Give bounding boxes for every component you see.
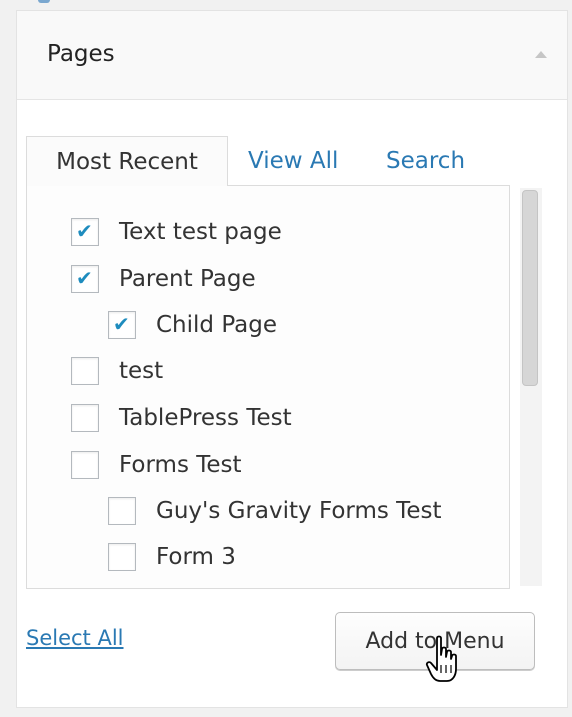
item-label: Form 3 bbox=[156, 544, 236, 570]
list-item[interactable]: Form 3 bbox=[108, 539, 236, 575]
tab-search[interactable]: Search bbox=[386, 136, 465, 186]
tab-bar: Most Recent View All Search bbox=[26, 136, 496, 186]
list-item[interactable]: ✔ Parent Page bbox=[71, 261, 256, 297]
checkbox[interactable] bbox=[71, 404, 99, 432]
select-all-link[interactable]: Select All bbox=[26, 626, 124, 650]
checkbox[interactable] bbox=[71, 451, 99, 479]
pages-list: ✔ Text test page ✔ Parent Page ✔ Child P… bbox=[26, 185, 542, 589]
list-item[interactable]: ✔ Child Page bbox=[108, 307, 277, 343]
checkmark-icon: ✔ bbox=[76, 266, 93, 290]
item-label: Parent Page bbox=[119, 266, 256, 292]
item-label: Child Page bbox=[156, 312, 278, 338]
collapse-arrow-icon[interactable] bbox=[535, 51, 547, 58]
item-label: Guy's Gravity Forms Test bbox=[156, 498, 442, 524]
item-label: Forms Test bbox=[119, 452, 242, 478]
panel-header[interactable]: Pages bbox=[17, 11, 567, 100]
partial-element bbox=[38, 0, 50, 3]
scrollbar-track[interactable] bbox=[520, 188, 542, 586]
panel-title: Pages bbox=[47, 41, 115, 67]
list-item[interactable]: ✔ Text test page bbox=[71, 214, 282, 250]
scrollbar-thumb[interactable] bbox=[522, 190, 538, 386]
checkmark-icon: ✔ bbox=[113, 312, 130, 336]
checkbox[interactable] bbox=[71, 357, 99, 385]
checkmark-icon: ✔ bbox=[76, 219, 93, 243]
item-label: TablePress Test bbox=[119, 405, 292, 431]
checkbox[interactable] bbox=[108, 497, 136, 525]
checkbox[interactable]: ✔ bbox=[71, 265, 99, 293]
item-label: Text test page bbox=[119, 219, 282, 245]
checkbox[interactable]: ✔ bbox=[71, 218, 99, 246]
list-item[interactable]: Forms Test bbox=[71, 447, 242, 483]
top-sliver bbox=[0, 0, 572, 10]
hand-pointer-icon bbox=[425, 635, 457, 682]
item-label: test bbox=[119, 358, 164, 384]
list-item[interactable]: test bbox=[71, 353, 163, 389]
tab-view-all[interactable]: View All bbox=[248, 136, 338, 186]
checkbox[interactable]: ✔ bbox=[108, 311, 136, 339]
tab-most-recent[interactable]: Most Recent bbox=[26, 136, 228, 186]
list-item[interactable]: TablePress Test bbox=[71, 400, 292, 436]
list-item[interactable]: Guy's Gravity Forms Test bbox=[108, 493, 441, 529]
checkbox[interactable] bbox=[108, 543, 136, 571]
